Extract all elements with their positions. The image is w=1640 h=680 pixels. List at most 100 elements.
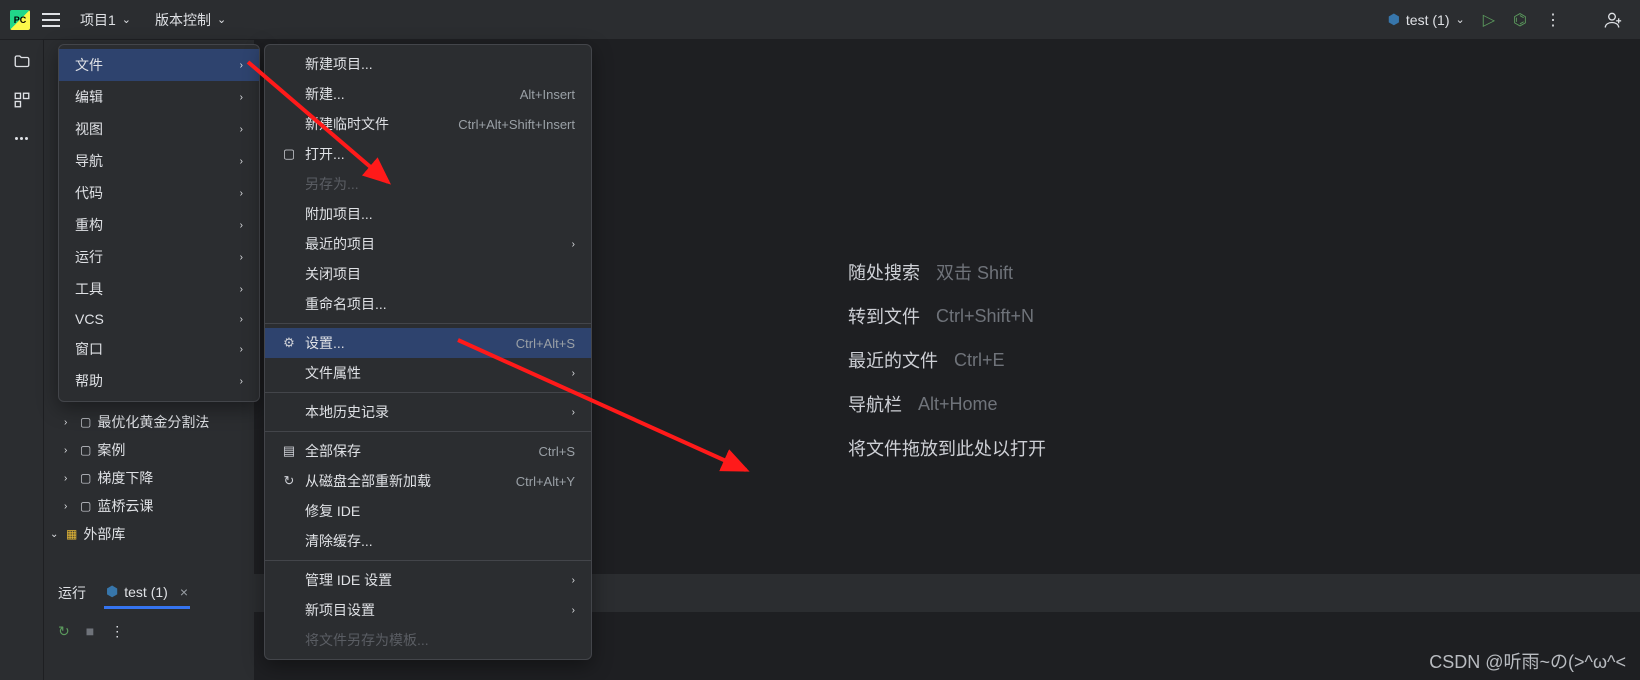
tree-label: 梯度下降 <box>97 468 153 488</box>
pycharm-logo: PC <box>10 10 30 30</box>
menu1-item[interactable]: 运行› <box>59 241 259 273</box>
run-tab-label: test (1) <box>124 584 168 600</box>
menu-label: 文件属性 <box>305 363 361 383</box>
menu2-item[interactable]: •新建项目... <box>265 49 591 79</box>
shortcut-label: Ctrl+Alt+Y <box>516 474 575 489</box>
menu1-item[interactable]: 窗口› <box>59 333 259 365</box>
welcome-row: 随处搜索双击 Shift <box>848 259 1046 285</box>
shortcut-hint: Ctrl+Shift+N <box>936 306 1034 327</box>
shortcut-label: Ctrl+S <box>539 444 575 459</box>
rerun-icon[interactable]: ↻ <box>58 623 70 640</box>
main-menu-icon[interactable] <box>42 13 60 27</box>
menu-label: 运行 <box>75 247 103 267</box>
shortcut-hint: 双击 Shift <box>936 259 1013 285</box>
menu-separator <box>265 431 591 432</box>
menu-label: 打开... <box>305 144 345 164</box>
menu-label: VCS <box>75 311 104 327</box>
shortcut-hint: Alt+Home <box>918 394 998 415</box>
more-icon[interactable]: ⋮ <box>1545 10 1560 30</box>
menu-label: 管理 IDE 设置 <box>305 570 392 590</box>
project-tool-icon[interactable] <box>12 52 32 72</box>
menu-label: 帮助 <box>75 371 103 391</box>
menu2-item[interactable]: •关闭项目 <box>265 259 591 289</box>
menu2-item[interactable]: •修复 IDE <box>265 496 591 526</box>
chevron-right-icon: › <box>240 314 243 325</box>
more-tools-icon[interactable] <box>12 128 32 148</box>
python-icon: ⬢ <box>106 583 118 600</box>
run-config-selector[interactable]: ⬢ test (1) ⌄ <box>1388 11 1465 28</box>
stop-icon[interactable]: ■ <box>86 623 94 639</box>
menu-separator <box>265 560 591 561</box>
tree-row[interactable]: ›▢梯度下降 <box>64 464 254 492</box>
menu2-item[interactable]: •重命名项目... <box>265 289 591 319</box>
chevron-right-icon: › <box>64 501 74 512</box>
run-tool-label[interactable]: 运行 <box>58 583 86 603</box>
shortcut-label: Alt+Insert <box>520 87 575 102</box>
welcome-label: 最近的文件 <box>848 347 938 373</box>
menu2-item[interactable]: ▤ 全部保存 Ctrl+S <box>265 436 591 466</box>
menu1-item[interactable]: 视图› <box>59 113 259 145</box>
menu-label: 导航 <box>75 151 103 171</box>
tree-row[interactable]: ›▢蓝桥云课 <box>64 492 254 520</box>
chevron-right-icon: › <box>572 239 575 250</box>
chevron-right-icon: › <box>240 92 243 103</box>
menu2-item[interactable]: •文件属性› <box>265 358 591 388</box>
menu-label: 新建... <box>305 84 345 104</box>
menu-label: 视图 <box>75 119 103 139</box>
menu2-item[interactable]: •本地历史记录› <box>265 397 591 427</box>
menu-label: 编辑 <box>75 87 103 107</box>
menu1-item[interactable]: 帮助› <box>59 365 259 397</box>
menu2-item[interactable]: ▢打开... <box>265 139 591 169</box>
chevron-right-icon: › <box>64 417 74 428</box>
menu-label: 将文件另存为模板... <box>305 630 429 650</box>
menu-label: 新项目设置 <box>305 600 375 620</box>
menu1-item[interactable]: 工具› <box>59 273 259 305</box>
debug-icon[interactable]: ⌬ <box>1513 10 1527 30</box>
chevron-right-icon: › <box>572 575 575 586</box>
library-icon: ▦ <box>66 527 77 541</box>
save-icon: ▤ <box>281 443 297 459</box>
run-config-label: test (1) <box>1406 12 1450 28</box>
menu1-item[interactable]: 文件› <box>59 49 259 81</box>
welcome-label: 转到文件 <box>848 303 920 329</box>
account-icon[interactable] <box>1602 10 1622 30</box>
welcome-label: 导航栏 <box>848 391 902 417</box>
run-icon[interactable]: ▷ <box>1483 10 1495 30</box>
menu1-item[interactable]: 代码› <box>59 177 259 209</box>
tree-row[interactable]: ›▢最优化黄金分割法 <box>64 408 254 436</box>
shortcut-label: Ctrl+Alt+Shift+Insert <box>458 117 575 132</box>
chevron-right-icon: › <box>572 407 575 418</box>
menu2-item[interactable]: •新建临时文件Ctrl+Alt+Shift+Insert <box>265 109 591 139</box>
tree-label: 外部库 <box>83 524 125 544</box>
tree-row[interactable]: ⌄ ▦ 外部库 <box>50 520 254 548</box>
more-icon[interactable]: ⋮ <box>110 623 124 640</box>
menu2-item[interactable]: •新建...Alt+Insert <box>265 79 591 109</box>
menu2-item[interactable]: ⚙设置...Ctrl+Alt+S <box>265 328 591 358</box>
run-tab[interactable]: ⬢ test (1) × <box>104 577 190 609</box>
menu1-item[interactable]: 导航› <box>59 145 259 177</box>
shortcut-hint: Ctrl+E <box>954 350 1005 371</box>
menu2-item[interactable]: •清除缓存... <box>265 526 591 556</box>
tree-row[interactable]: ›▢案例 <box>64 436 254 464</box>
project-dropdown[interactable]: 项目1 ⌄ <box>80 10 131 30</box>
chevron-down-icon: ⌄ <box>50 529 60 540</box>
menu2-item[interactable]: •附加项目... <box>265 199 591 229</box>
close-icon[interactable]: × <box>180 584 188 600</box>
menu-separator <box>265 323 591 324</box>
watermark: CSDN @听雨~の(>^ω^< <box>1429 648 1626 674</box>
menu2-item[interactable]: ↻从磁盘全部重新加载Ctrl+Alt+Y <box>265 466 591 496</box>
menu-label: 修复 IDE <box>305 501 360 521</box>
menu-label: 本地历史记录 <box>305 402 389 422</box>
menu2-item[interactable]: •管理 IDE 设置› <box>265 565 591 595</box>
menu-label: 关闭项目 <box>305 264 361 284</box>
menu1-item[interactable]: 重构› <box>59 209 259 241</box>
vcs-dropdown[interactable]: 版本控制 ⌄ <box>155 10 226 30</box>
reload-icon: ↻ <box>281 473 297 489</box>
menu2-item[interactable]: •新项目设置› <box>265 595 591 625</box>
structure-tool-icon[interactable] <box>12 90 32 110</box>
menu-label: 全部保存 <box>305 441 361 461</box>
menu2-item[interactable]: •最近的项目› <box>265 229 591 259</box>
menu1-item[interactable]: VCS › <box>59 305 259 333</box>
menu1-item[interactable]: 编辑 › <box>59 81 259 113</box>
project-label: 项目1 <box>80 10 116 30</box>
